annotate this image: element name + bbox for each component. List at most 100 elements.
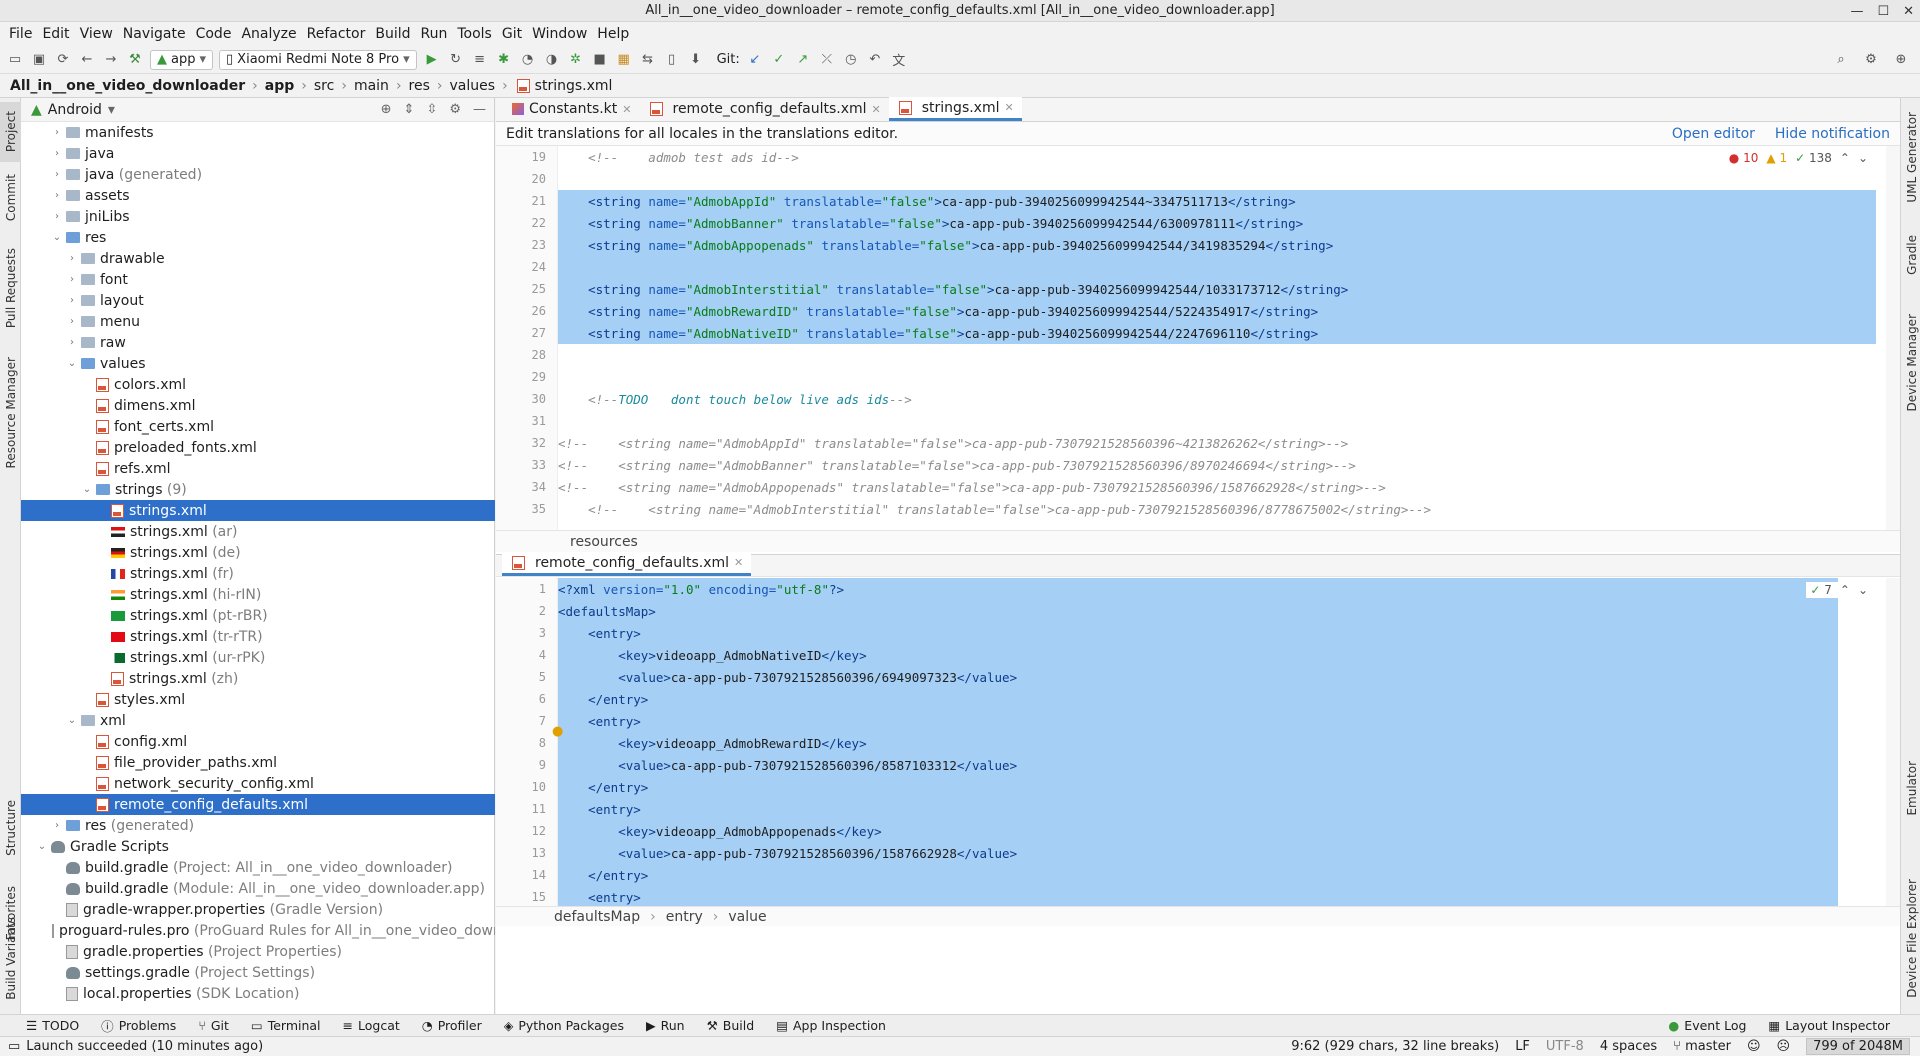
tree-item[interactable]: › font: [21, 269, 495, 290]
code-line[interactable]: 23 <string name="AdmobAppopenads" transl…: [532, 234, 1876, 256]
chevron-icon[interactable]: ⌄: [50, 232, 64, 243]
tree-item[interactable]: strings.xml: [21, 500, 495, 521]
device-manager-icon[interactable]: ▯: [663, 51, 681, 69]
xml-breadcrumb-item[interactable]: defaultsMap: [554, 909, 640, 925]
xml-breadcrumb-item[interactable]: entry: [666, 909, 703, 925]
menu-window[interactable]: Window: [527, 26, 592, 42]
debug-icon[interactable]: ✱: [495, 51, 513, 69]
git-commit-icon[interactable]: ✓: [770, 51, 788, 69]
chevron-icon[interactable]: ›: [50, 190, 64, 201]
breadcrumb-item[interactable]: src: [314, 78, 334, 94]
hide-panel-icon[interactable]: —: [473, 102, 486, 117]
project-structure-icon[interactable]: ▦: [615, 51, 633, 69]
tree-item[interactable]: colors.xml: [21, 374, 495, 395]
breadcrumb-item[interactable]: main: [354, 78, 389, 94]
chevron-icon[interactable]: ⌄: [80, 484, 94, 495]
code-line[interactable]: 29: [532, 366, 1876, 388]
tree-item[interactable]: › manifests: [21, 122, 495, 143]
tree-item[interactable]: styles.xml: [21, 689, 495, 710]
code-line[interactable]: 2 <defaultsMap>: [539, 600, 1838, 622]
tree-item[interactable]: › res (generated): [21, 815, 495, 836]
close-icon[interactable]: ✕: [1903, 4, 1914, 19]
tree-item[interactable]: strings.xml (pt-rBR): [21, 605, 495, 626]
tree-item[interactable]: font_certs.xml: [21, 416, 495, 437]
breadcrumb-item[interactable]: All_in__one_video_downloader: [10, 78, 245, 94]
chevron-icon[interactable]: ⌄: [35, 841, 49, 852]
git-branch[interactable]: ⑂ master: [1673, 1039, 1731, 1054]
strings-editor-pane[interactable]: 19 <!-- admob test ads id--> 20 21 <string…: [496, 146, 1900, 530]
run-icon[interactable]: ▶: [423, 51, 441, 69]
menu-tools[interactable]: Tools: [452, 26, 497, 42]
code-line[interactable]: 6 </entry>: [539, 688, 1838, 710]
run-config-select[interactable]: ▲ app ▾: [150, 49, 214, 70]
xml-breadcrumb-resources[interactable]: resources: [570, 534, 638, 550]
tab-remote_config_defaults-xml[interactable]: remote_config_defaults.xml ✕: [640, 97, 889, 121]
tree-item[interactable]: strings.xml (zh): [21, 668, 495, 689]
tool-tab-project[interactable]: Project: [0, 102, 21, 162]
code-line[interactable]: 24: [532, 256, 1876, 278]
menu-edit[interactable]: Edit: [37, 26, 74, 42]
device-select[interactable]: ▯ Xiaomi Redmi Note 8 Pro ▾: [219, 49, 417, 70]
search-icon[interactable]: ⌕: [1832, 51, 1850, 69]
status-icon[interactable]: ▭: [8, 1039, 20, 1054]
code-line[interactable]: 9 <value>ca-app-pub-7307921528560396/858…: [539, 754, 1838, 776]
gear-icon[interactable]: ⚙: [449, 102, 461, 117]
tool-terminal[interactable]: ▭ Terminal: [251, 1018, 321, 1033]
close-icon[interactable]: ✕: [734, 556, 743, 569]
code-line[interactable]: 3 <entry>: [539, 622, 1838, 644]
tool-tab-pull-requests[interactable]: Pull Requests: [0, 238, 21, 338]
menu-view[interactable]: View: [75, 26, 118, 42]
menu-help[interactable]: Help: [592, 26, 634, 42]
profile-icon[interactable]: ◔: [519, 51, 537, 69]
tree-item[interactable]: proguard-rules.pro (ProGuard Rules for A…: [21, 920, 495, 941]
chevron-icon[interactable]: ⌄: [65, 358, 79, 369]
code-line[interactable]: 35 <!-- <string name="AdmobInterstitial"…: [532, 498, 1876, 520]
memory-indicator[interactable]: 799 of 2048M: [1806, 1038, 1910, 1055]
chevron-icon[interactable]: ›: [65, 274, 79, 285]
status-message[interactable]: Launch succeeded (10 minutes ago): [26, 1039, 263, 1054]
tree-item[interactable]: ⌄ res: [21, 227, 495, 248]
line-separator[interactable]: LF: [1515, 1039, 1530, 1054]
chevron-icon[interactable]: ›: [50, 169, 64, 180]
code-with-me-icon[interactable]: ⊕: [1892, 51, 1910, 69]
chevron-icon[interactable]: ›: [50, 211, 64, 222]
inspection-widget[interactable]: ✓ 7 ⌃ ⌄: [1806, 582, 1872, 598]
menu-run[interactable]: Run: [416, 26, 453, 42]
sync-icon[interactable]: ⟳: [54, 51, 72, 69]
tab-constants-kt[interactable]: Constants.kt ✕: [504, 97, 640, 121]
stop-icon[interactable]: ■: [591, 51, 609, 69]
close-icon[interactable]: ✕: [1005, 101, 1014, 114]
chevron-up-icon[interactable]: ⌃: [1840, 583, 1850, 597]
menu-code[interactable]: Code: [191, 26, 237, 42]
tool-build[interactable]: ⚒ Build: [707, 1018, 755, 1033]
tree-item[interactable]: › drawable: [21, 248, 495, 269]
tool-app-inspection[interactable]: ▤ App Inspection: [776, 1018, 886, 1033]
tree-item[interactable]: › java: [21, 143, 495, 164]
menu-navigate[interactable]: Navigate: [118, 26, 191, 42]
open-folder-icon[interactable]: ▭: [6, 51, 24, 69]
tree-item[interactable]: settings.gradle (Project Settings): [21, 962, 495, 983]
tree-item[interactable]: ⌄ xml: [21, 710, 495, 731]
tree-item[interactable]: strings.xml (de): [21, 542, 495, 563]
code-line[interactable]: 10 </entry>: [532, 776, 1838, 798]
chevron-up-icon[interactable]: ⌃: [1840, 151, 1850, 165]
tree-item[interactable]: ⌄ Gradle Scripts: [21, 836, 495, 857]
sdk-manager-icon[interactable]: ⬇: [687, 51, 705, 69]
hide-notification-link[interactable]: Hide notification: [1775, 126, 1890, 142]
tool-tab-commit[interactable]: Commit: [0, 168, 21, 228]
chevron-icon[interactable]: ›: [50, 127, 64, 138]
breadcrumb-item[interactable]: app: [265, 78, 295, 94]
chevron-icon[interactable]: ›: [65, 316, 79, 327]
vertical-scrollbar[interactable]: [1886, 146, 1900, 530]
git-update-icon[interactable]: ↙: [746, 51, 764, 69]
chevron-icon[interactable]: ›: [50, 148, 64, 159]
code-line[interactable]: 19 <!-- admob test ads id-->: [532, 146, 1876, 168]
frown-icon[interactable]: ☹: [1777, 1039, 1791, 1054]
code-view[interactable]: 1 <?xml version="1.0" encoding="utf-8"?> 2…: [532, 578, 1876, 906]
code-line[interactable]: 28: [532, 344, 1876, 366]
minimize-icon[interactable]: —: [1850, 4, 1863, 19]
code-line[interactable]: 5 <value>ca-app-pub-7307921528560396/694…: [539, 666, 1838, 688]
tool-tab-uml-generator[interactable]: UML Generator: [1901, 102, 1920, 212]
gear-icon[interactable]: ⚙: [1862, 51, 1880, 69]
tool-event-log[interactable]: ● Event Log: [1668, 1018, 1746, 1033]
